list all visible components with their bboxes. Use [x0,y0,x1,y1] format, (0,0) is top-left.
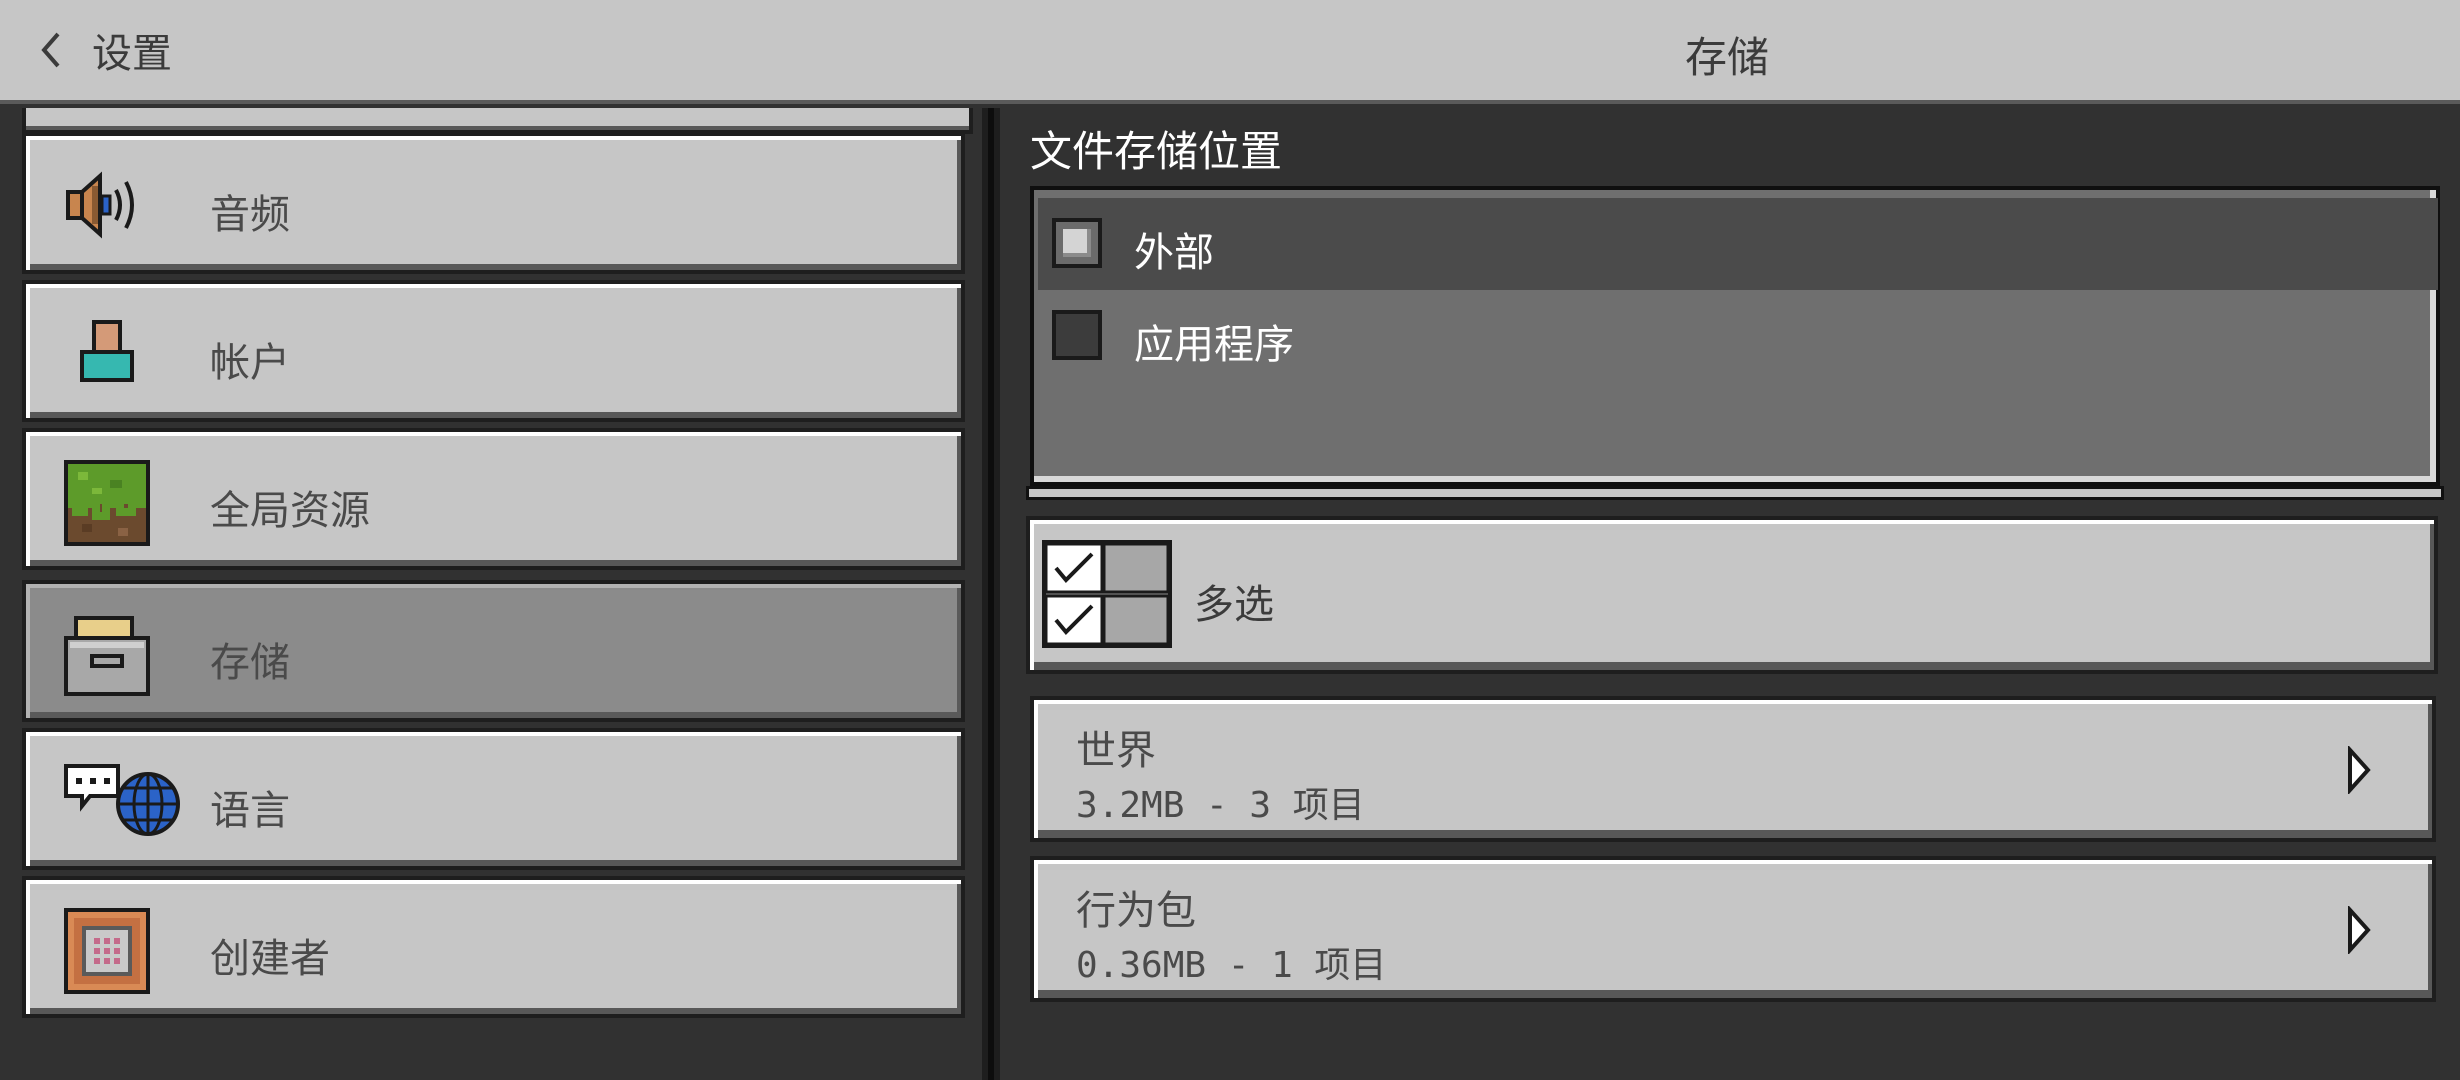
radio-option-external[interactable]: 外部 [1038,198,2438,290]
radio-label: 外部 [1134,230,1214,276]
row-title: 行为包 [1076,888,1196,934]
sidebar-item-label: 语言 [210,788,290,834]
back-button[interactable]: 设置 [30,22,172,78]
radio-group-base [1026,486,2444,500]
sidebar-item-language[interactable]: 语言 [22,728,965,870]
page-title: 存储 [1684,33,1769,82]
chevron-left-icon [30,22,70,78]
account-icon [62,310,152,400]
storage-row-behavior-packs[interactable]: 行为包 0.36MB - 1 项目 [1030,856,2436,1002]
multi-select-label: 多选 [1194,582,1274,628]
sidebar-item-audio[interactable]: 音频 [22,132,965,274]
storage-row-worlds[interactable]: 世界 3.2MB - 3 项目 [1030,696,2436,842]
multi-select-checkbox-icon [1042,540,1172,648]
sidebar-item-label: 创建者 [210,936,330,982]
row-subtitle: 3.2MB - 3 项目 [1076,785,1365,826]
sidebar-item-global-resources[interactable]: 全局资源 [22,428,965,570]
sidebar-item-label: 帐户 [210,340,290,386]
speaker-icon [62,162,152,252]
top-bar: 设置 存储 [0,0,2460,104]
sidebar-item-storage[interactable]: 存储 [22,580,965,722]
row-title: 世界 [1076,728,1156,774]
command-block-icon [62,906,152,996]
row-subtitle: 0.36MB - 1 项目 [1076,945,1387,986]
storage-location-radio-group: 外部 应用程序 [1030,186,2440,486]
storage-drawer-icon [62,610,152,700]
language-globe-icon [60,758,180,848]
section-title: 文件存储位置 [1030,127,1283,176]
chevron-right-icon [2344,904,2374,956]
sidebar-item-account[interactable]: 帐户 [22,280,965,422]
sidebar-divider [982,108,1000,1080]
chevron-right-icon [2344,744,2374,796]
sidebar-item-partial [22,108,973,134]
sidebar-item-label: 音频 [210,192,290,238]
sidebar-item-label: 存储 [210,640,290,686]
radio-checked-icon [1052,218,1102,268]
radio-unchecked-icon [1052,310,1102,360]
back-label: 设置 [92,31,172,77]
radio-option-application[interactable]: 应用程序 [1038,290,2438,382]
grass-block-icon [62,458,152,548]
radio-label: 应用程序 [1134,322,1294,368]
sidebar-item-creator[interactable]: 创建者 [22,876,965,1018]
sidebar-item-label: 全局资源 [210,488,370,534]
multi-select-button[interactable]: 多选 [1026,516,2438,674]
